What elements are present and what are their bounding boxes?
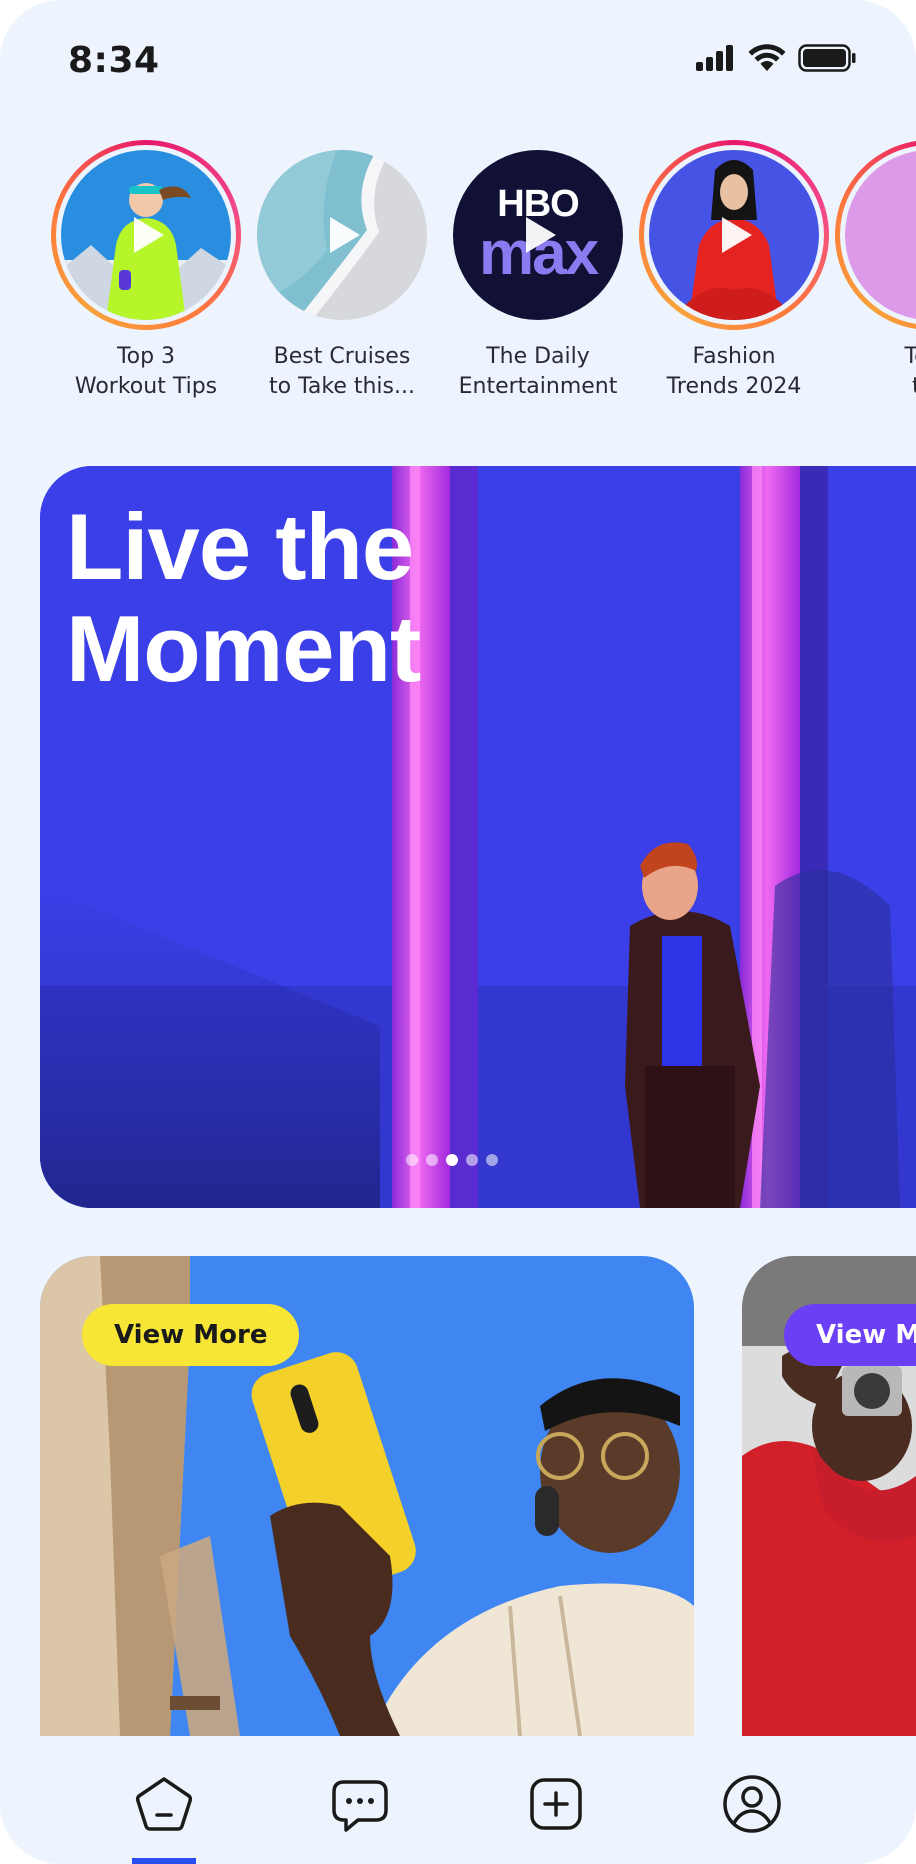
view-more-button[interactable]: View Mo [784,1304,916,1366]
story-ring [51,140,241,330]
nav-messages[interactable] [328,1772,392,1836]
hero-banner[interactable]: Live the Moment [40,466,916,1208]
story-thumbnail [649,150,819,320]
chat-icon [332,1780,388,1832]
carousel-dot[interactable] [466,1154,478,1166]
story-item[interactable]: HBO max The Daily Entertainment [440,140,636,402]
story-label: The Daily Entertainment [458,344,618,399]
play-icon [526,217,556,253]
add-icon [530,1778,582,1830]
promo-card[interactable]: View More [40,1256,694,1736]
story-thumbnail [61,150,231,320]
story-thumbnail [257,150,427,320]
hero-title: Live the Moment [66,494,421,701]
app-screen: 8:34 Top 3 Workout Tips Best Cruises to … [0,0,916,1864]
nav-create[interactable] [524,1772,588,1836]
cellular-signal-icon [696,45,733,71]
carousel-dot-active[interactable] [446,1154,458,1166]
story-ring [835,140,916,330]
carousel-dot[interactable] [486,1154,498,1166]
nav-home[interactable] [132,1772,196,1836]
carousel-dot[interactable] [406,1154,418,1166]
story-item[interactable]: Fashion Trends 2024 [636,140,832,402]
story-item[interactable]: Best Cruises to Take this... [244,140,440,402]
play-icon [722,217,752,253]
nav-profile[interactable] [720,1772,784,1836]
status-time: 8:34 [68,40,160,81]
story-label: Best Cruises to Take this... [269,344,415,399]
carousel-dot[interactable] [426,1154,438,1166]
stories-row: Top 3 Workout Tips Best Cruises to Take … [0,140,916,420]
view-more-button[interactable]: View More [82,1304,300,1366]
story-ring: HBO max [443,140,633,330]
story-thumbnail: HBO max [453,150,623,320]
profile-icon [723,1775,781,1833]
battery-icon [798,44,856,72]
promo-card[interactable]: View Mo [742,1256,916,1736]
play-icon [134,217,164,253]
home-icon [135,1777,193,1831]
story-item[interactable]: Top 3 Workout Tips [48,140,244,402]
status-icons [696,44,856,72]
status-bar: 8:34 [0,0,916,120]
story-label: Top 3 Workout Tips [74,344,218,399]
active-tab-indicator [132,1858,196,1864]
carousel-indicator[interactable] [406,1154,498,1166]
story-label: Fashion Trends 2024 [666,344,802,399]
wifi-icon [748,44,786,71]
story-ring [247,140,437,330]
bottom-nav [0,1736,916,1864]
story-label: Tenn the [904,344,916,399]
play-icon [330,217,360,253]
story-item[interactable]: Tenn the [832,140,916,402]
story-ring [639,140,829,330]
story-thumbnail [845,150,916,320]
